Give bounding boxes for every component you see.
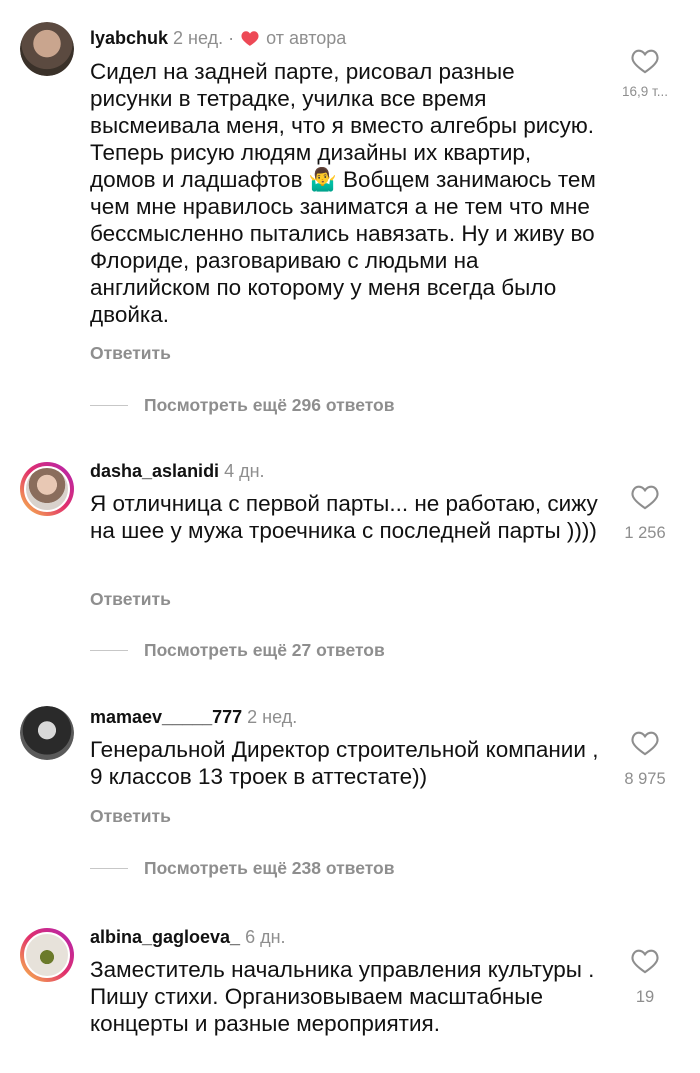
separator: ·	[228, 28, 235, 48]
divider	[90, 649, 128, 651]
like-button[interactable]: 16,9 т...	[610, 48, 680, 99]
comment-time: 2 нед.	[173, 28, 224, 48]
comment-time: 4 дн.	[224, 461, 265, 481]
view-replies[interactable]: Посмотреть ещё 27 ответов	[90, 638, 385, 662]
like-count: 16,9 т...	[622, 84, 668, 99]
like-count: 19	[635, 988, 655, 1006]
heart-outline-icon[interactable]	[631, 948, 659, 974]
author-like-label: от автора	[266, 28, 347, 48]
comment-text: Я отличница с первой парты... не работаю…	[90, 491, 598, 543]
avatar[interactable]	[20, 462, 74, 516]
reply-button[interactable]: Ответить	[90, 589, 171, 610]
like-button[interactable]: 8 975	[610, 730, 680, 789]
comment-text: Сидел на задней парте, рисовал разные ри…	[90, 59, 596, 327]
comment-time: 2 нед.	[247, 707, 298, 727]
view-replies[interactable]: Посмотреть ещё 296 ответов	[90, 393, 395, 417]
heart-outline-icon[interactable]	[631, 48, 659, 74]
like-button[interactable]: 19	[610, 948, 680, 1007]
like-count: 1 256	[624, 524, 666, 542]
comment-username[interactable]: dasha_aslanidi	[90, 461, 219, 481]
avatar[interactable]	[20, 706, 74, 760]
comment-text: Генеральной Директор строительной компан…	[90, 737, 599, 789]
view-replies-label[interactable]: Посмотреть ещё 238 ответов	[144, 858, 395, 879]
avatar[interactable]	[20, 22, 74, 76]
avatar[interactable]	[20, 928, 74, 982]
reply-button[interactable]: Ответить	[90, 343, 171, 364]
comment-username[interactable]: albina_gagloeva_	[90, 927, 240, 947]
like-count: 8 975	[624, 770, 666, 788]
like-button[interactable]: 1 256	[610, 484, 680, 543]
view-replies-label[interactable]: Посмотреть ещё 27 ответов	[144, 640, 385, 661]
reply-button[interactable]: Ответить	[90, 806, 171, 827]
divider	[90, 404, 128, 406]
comment-username[interactable]: lyabchuk	[90, 28, 168, 48]
author-heart-icon	[241, 31, 259, 46]
divider	[90, 867, 128, 869]
heart-outline-icon[interactable]	[631, 484, 659, 510]
view-replies[interactable]: Посмотреть ещё 238 ответов	[90, 856, 395, 880]
comment-username[interactable]: mamaev_____777	[90, 707, 242, 727]
heart-outline-icon[interactable]	[631, 730, 659, 756]
view-replies-label[interactable]: Посмотреть ещё 296 ответов	[144, 395, 395, 416]
comment-text: Заместитель начальника управления культу…	[90, 957, 595, 1036]
comment-time: 6 дн.	[245, 927, 286, 947]
